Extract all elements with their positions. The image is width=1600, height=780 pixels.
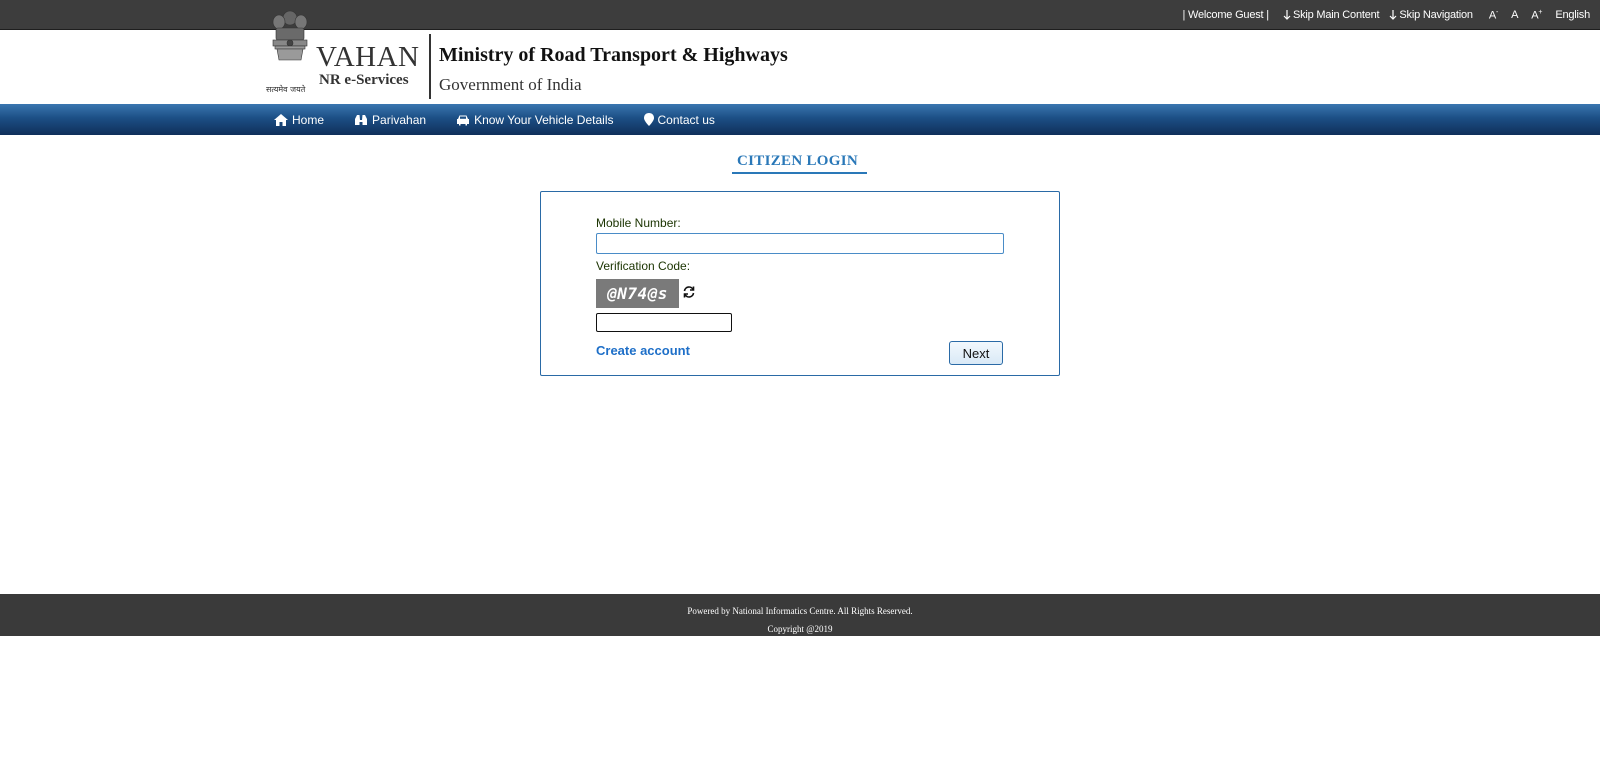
header-divider bbox=[429, 34, 431, 99]
car-icon bbox=[457, 115, 470, 125]
refresh-captcha-icon[interactable] bbox=[682, 285, 696, 299]
skip-navigation-link[interactable]: Skip Navigation bbox=[1389, 9, 1473, 21]
verification-code-label: Verification Code: bbox=[596, 259, 691, 273]
utility-links: | Welcome Guest | Skip Main Content Skip… bbox=[1182, 0, 1590, 30]
font-decrease-button[interactable]: A- bbox=[1489, 9, 1498, 22]
verification-code-input[interactable] bbox=[596, 313, 732, 332]
main-navigation: Home Parivahan Know Your Vehicle Details… bbox=[0, 104, 1600, 135]
font-decrease-sign: - bbox=[1496, 8, 1499, 16]
skip-navigation-label: Skip Navigation bbox=[1399, 9, 1473, 21]
mobile-number-input[interactable] bbox=[596, 233, 1004, 254]
nav-label-parivahan: Parivahan bbox=[372, 112, 427, 127]
map-marker-icon bbox=[643, 113, 654, 126]
government-title: Government of India bbox=[439, 75, 582, 94]
nav-label-home: Home bbox=[292, 112, 325, 127]
skip-main-content-link[interactable]: Skip Main Content bbox=[1283, 9, 1380, 21]
site-header bbox=[0, 30, 1600, 104]
nav-label-contact-us: Contact us bbox=[657, 112, 715, 127]
font-increase-sign: + bbox=[1538, 8, 1543, 16]
nav-item-contact-us[interactable]: Contact us bbox=[643, 112, 715, 127]
skip-main-content-label: Skip Main Content bbox=[1292, 9, 1380, 21]
create-account-link[interactable]: Create account bbox=[596, 343, 690, 358]
page-title: CITIZEN LOGIN bbox=[737, 153, 859, 169]
language-selector[interactable]: English bbox=[1555, 9, 1590, 21]
footer-copyright: Copyright @2019 bbox=[767, 624, 833, 634]
ministry-title: Ministry of Road Transport & Highways bbox=[439, 44, 788, 66]
emblem-motto: सत्यमेव जयते bbox=[266, 85, 306, 94]
national-emblem-icon bbox=[272, 10, 308, 61]
font-normal-button[interactable]: A bbox=[1511, 9, 1518, 21]
arrow-down-icon bbox=[1389, 10, 1397, 20]
title-underline bbox=[732, 172, 867, 174]
brand-title: VAHAN bbox=[316, 41, 420, 73]
nav-item-know-your-vehicle[interactable]: Know Your Vehicle Details bbox=[456, 112, 614, 127]
nav-item-parivahan[interactable]: Parivahan bbox=[354, 113, 426, 127]
brand-subtitle: NR e-Services bbox=[319, 72, 409, 88]
next-button[interactable]: Next bbox=[949, 341, 1003, 365]
welcome-text: | Welcome Guest | bbox=[1182, 9, 1269, 21]
home-icon bbox=[274, 113, 288, 126]
binoculars-icon bbox=[355, 114, 368, 125]
mobile-number-label: Mobile Number: bbox=[596, 216, 681, 230]
font-decrease-label: A bbox=[1488, 9, 1496, 22]
nav-item-home[interactable]: Home bbox=[274, 113, 324, 127]
top-utility-bar: | Welcome Guest | Skip Main Content Skip… bbox=[0, 0, 1600, 30]
captcha-image: @N74@s bbox=[596, 279, 679, 308]
arrow-down-icon bbox=[1283, 10, 1291, 20]
footer-powered-by: Powered by National Informatics Centre. … bbox=[687, 606, 913, 616]
font-increase-button[interactable]: A+ bbox=[1531, 9, 1542, 22]
nav-label-know-your-vehicle: Know Your Vehicle Details bbox=[474, 112, 614, 127]
